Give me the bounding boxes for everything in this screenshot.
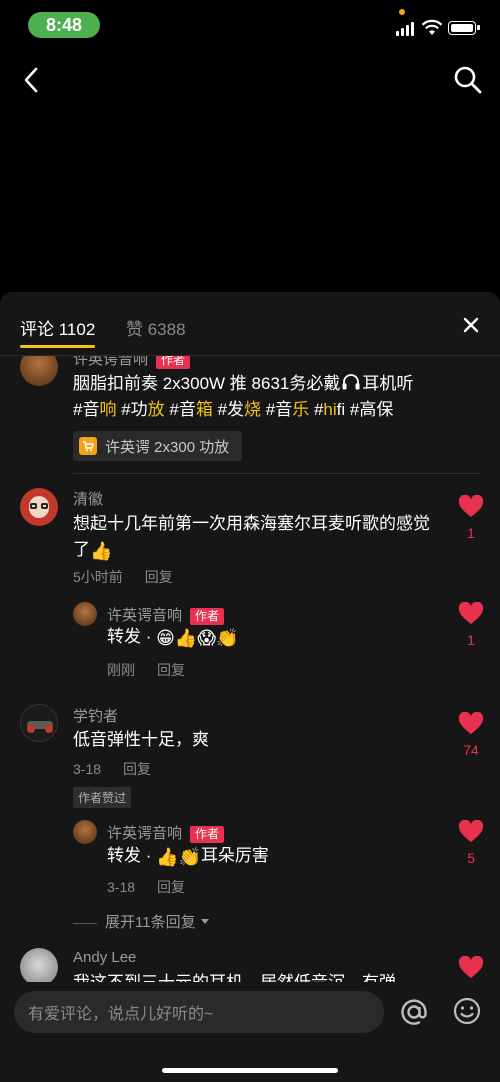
tab-comments-label: 评论 1102 (20, 320, 96, 339)
heart-icon (458, 601, 484, 624)
hashtag[interactable]: #高保 (345, 400, 393, 419)
comment-input-bar: 有爱评论，说点儿好听的~ (0, 982, 500, 1082)
hashtag[interactable]: #功放 (116, 400, 164, 419)
status-bar: 8:48 (0, 0, 500, 52)
thumbs-up-emoji: 👍 (90, 541, 113, 561)
hashtag[interactable]: #音箱 (165, 400, 212, 419)
comment-tabs: 评论 1102 赞 6388 (0, 292, 500, 356)
author-liked-badge: 作者赞过 (73, 787, 132, 808)
comment-text: 转发 · 😁👍😱👏 (107, 624, 238, 651)
comment-text-end: 耳朵厉害 (200, 846, 269, 865)
tab-comments[interactable]: 评论 1102 (20, 315, 96, 348)
expand-replies-button[interactable]: 展开11条回复 (73, 911, 210, 932)
comment-meta: 3-18 回复 (73, 759, 151, 779)
headphones-icon (342, 374, 360, 390)
caret-down-icon (200, 919, 209, 924)
heart-icon (458, 494, 484, 517)
like-count: 5 (467, 850, 475, 866)
cellular-signal-icon (396, 22, 416, 36)
like-button[interactable]: 1 (456, 601, 486, 648)
hashtag[interactable]: #发烧 (213, 400, 261, 419)
author-name: 许英谔音响 (107, 825, 183, 842)
avatar[interactable] (73, 820, 97, 844)
hashtag[interactable]: #音响 (73, 400, 116, 419)
like-button[interactable]: 74 (456, 711, 486, 758)
comment-author[interactable]: 许英谔音响 作者 (107, 822, 225, 843)
hashtag-line: #音响 #功放 #音箱 #发烧 #音乐 #hifi #高保 (73, 397, 453, 423)
avatar[interactable] (20, 948, 58, 982)
comment-author[interactable]: 许英谔音响 作者 (73, 356, 191, 369)
author-badge: 作者 (156, 356, 191, 369)
author-badge: 作者 (190, 607, 225, 625)
comment-text-end: 耳机听 (362, 374, 414, 393)
close-icon[interactable] (459, 313, 483, 337)
comment-time: 5小时前 (73, 569, 123, 585)
product-link[interactable]: 许英谔 2x300 功放 (73, 431, 242, 461)
comment-time: 3-18 (73, 761, 102, 777)
comment-text: 胭脂扣前奏 2x300W 推 8631务必戴 耳机听 (73, 371, 453, 397)
avatar[interactable] (20, 488, 58, 526)
avatar[interactable] (73, 602, 97, 626)
search-icon[interactable] (452, 64, 484, 96)
product-title: 许英谔 2x300 功放 (105, 438, 230, 456)
reply-button[interactable]: 回复 (123, 761, 151, 777)
reply-button[interactable]: 回复 (145, 569, 173, 585)
avatar[interactable] (20, 704, 58, 742)
like-count: 74 (463, 742, 479, 758)
like-button[interactable]: 1 (456, 494, 486, 541)
reply-button[interactable]: 回复 (157, 662, 185, 678)
divider (73, 922, 97, 924)
heart-icon (458, 711, 484, 734)
author-badge: 作者 (190, 825, 225, 843)
comment-list-viewport: 许英谔音响 作者 胭脂扣前奏 2x300W 推 8631务必戴 耳机听 #音响 #功… (0, 356, 500, 982)
like-count: 1 (467, 632, 475, 648)
battery-icon (448, 21, 480, 35)
comment-text-body: 转发 · (107, 627, 157, 646)
comment-meta: 5小时前 回复 (73, 567, 173, 587)
comment-text: 转发 · 👍👏耳朵厉害 (107, 843, 269, 870)
emoji-group: 👍👏 (156, 847, 201, 867)
reply-button[interactable]: 回复 (157, 879, 185, 895)
comment-author[interactable]: 许英谔音响 作者 (107, 604, 225, 625)
divider (73, 473, 480, 474)
like-count: 1 (467, 525, 475, 541)
heart-icon (458, 955, 484, 978)
tab-active-indicator (20, 345, 96, 348)
wifi-icon (421, 19, 443, 35)
recording-indicator (399, 9, 405, 15)
comment-meta: 刚刚 回复 (107, 660, 185, 680)
expand-replies-label: 展开11条回复 (105, 914, 196, 931)
author-name: 许英谔音响 (107, 607, 183, 624)
author-name: 许英谔音响 (73, 356, 149, 368)
hashtag[interactable]: #hifi (309, 400, 345, 419)
comment-author[interactable]: 清徽 (73, 488, 103, 509)
like-button[interactable]: 5 (456, 819, 486, 866)
comment-text: 低音弹性十足，爽 (73, 730, 209, 749)
avatar[interactable] (20, 356, 58, 386)
comment-text: 想起十几年前第一次用森海塞尔耳麦听歌的感觉了👍 (73, 511, 443, 564)
comment-time: 3-18 (107, 879, 136, 895)
like-button[interactable] (456, 955, 486, 982)
home-indicator[interactable] (162, 1068, 338, 1073)
chevron-left-icon (24, 67, 38, 93)
comment-text-body: 转发 · (107, 846, 157, 865)
emoji-icon[interactable] (452, 996, 482, 1026)
cart-icon (79, 437, 97, 455)
status-time: 8:48 (28, 12, 100, 38)
mention-icon[interactable] (398, 996, 430, 1028)
heart-icon (458, 819, 484, 842)
back-button[interactable] (16, 64, 46, 96)
comment-text-body: 想起十几年前第一次用森海塞尔耳麦听歌的感觉了 (73, 514, 430, 559)
comment-author[interactable]: 学钓者 (73, 705, 118, 726)
hashtag[interactable]: #音乐 (261, 400, 309, 419)
tab-likes[interactable]: 赞 6388 (126, 315, 186, 340)
comment-text: 我这不到三十元的耳机，居然低音沉，有弹 (73, 970, 453, 982)
comment-meta: 3-18 回复 (107, 877, 185, 897)
comment-input[interactable]: 有爱评论，说点儿好听的~ (14, 991, 384, 1033)
comment-time: 刚刚 (107, 662, 135, 678)
comment-author[interactable]: Andy Lee (73, 949, 136, 966)
emoji-group: 😁👍😱👏 (156, 628, 239, 648)
comment-text-body: 胭脂扣前奏 2x300W 推 8631务必戴 (73, 374, 341, 393)
